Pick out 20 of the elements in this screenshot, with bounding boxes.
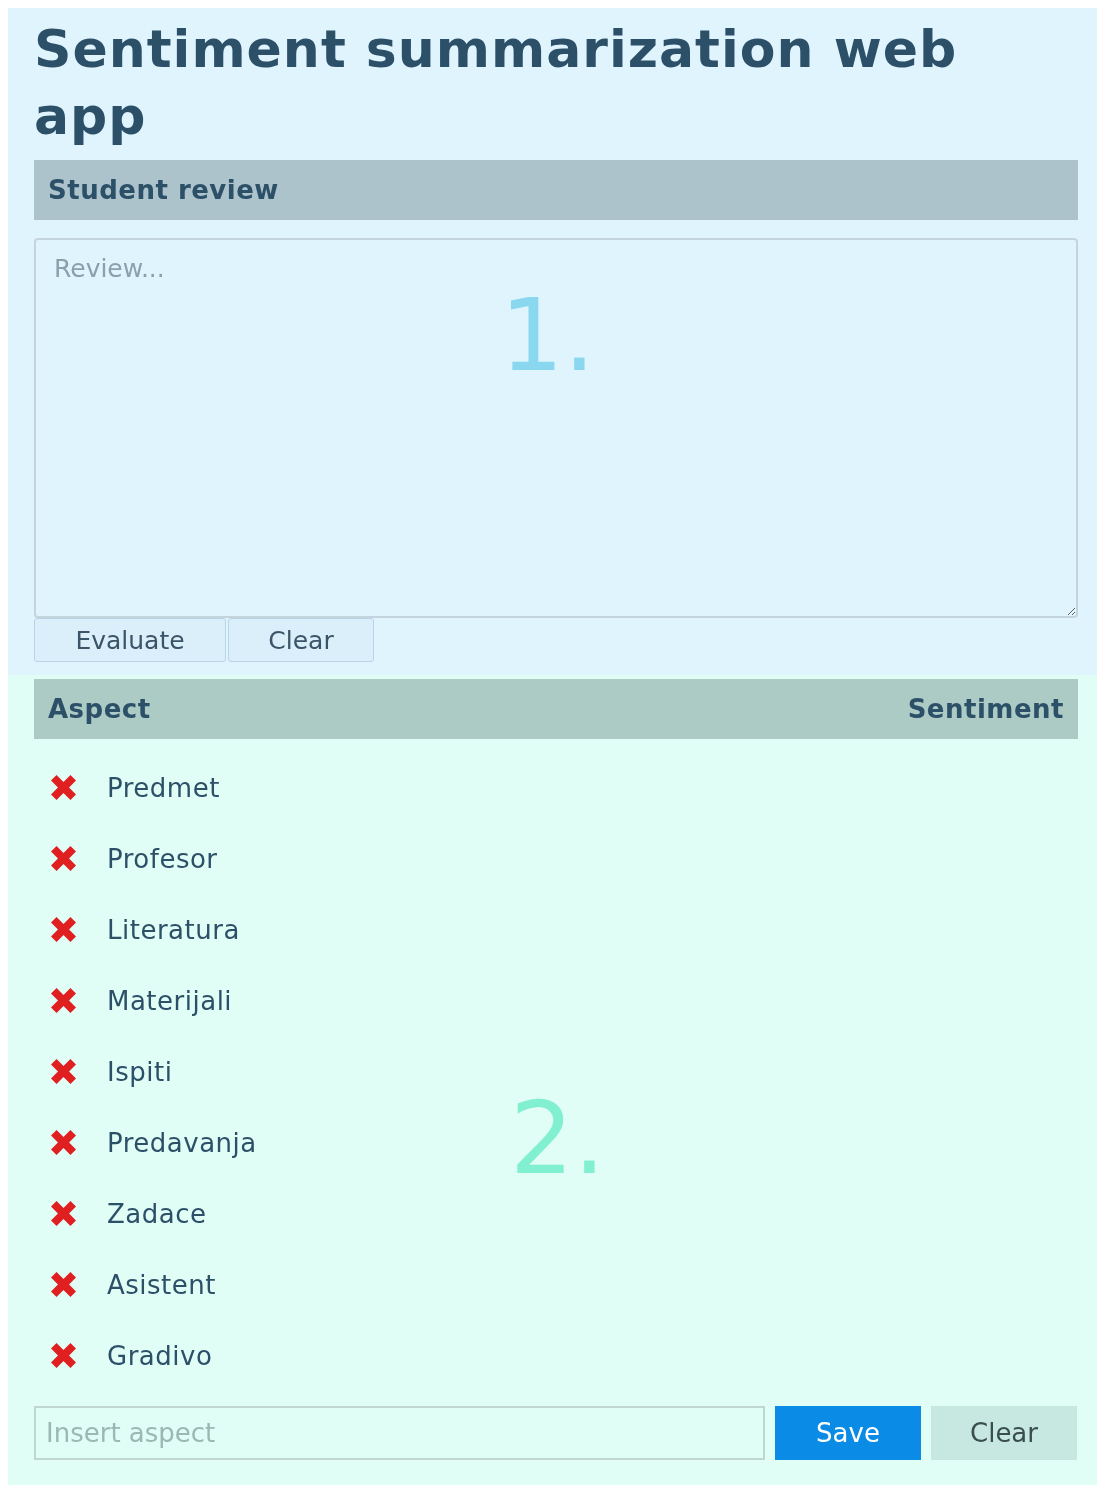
action-button[interactable]: Evaluate [34, 618, 226, 662]
aspect-name: Predmet [107, 772, 220, 803]
aspect-input[interactable]: Insert aspect [34, 1406, 765, 1460]
aspect-name: Asistent [107, 1269, 216, 1300]
action-button[interactable]: Save [775, 1406, 921, 1460]
section-title: Student review [48, 175, 279, 205]
aspect-name: Zadace [107, 1198, 207, 1229]
action-button[interactable]: Clear [931, 1406, 1077, 1460]
aspect-name: Materijali [107, 985, 233, 1016]
column-header: Aspect [48, 694, 151, 724]
section-number: 1. [500, 286, 596, 386]
aspect-name: Literatura [107, 914, 240, 945]
action-button[interactable]: Clear [228, 618, 374, 662]
aspect-name: Gradivo [107, 1340, 213, 1371]
section-number: 2. [510, 1089, 606, 1189]
page-title: Sentiment summarization web app [34, 18, 959, 148]
aspect-name: Ispiti [107, 1056, 173, 1087]
aspect-name: Profesor [107, 843, 218, 874]
column-header: Sentiment [907, 694, 1064, 724]
aspect-name: Predavanja [107, 1127, 257, 1158]
